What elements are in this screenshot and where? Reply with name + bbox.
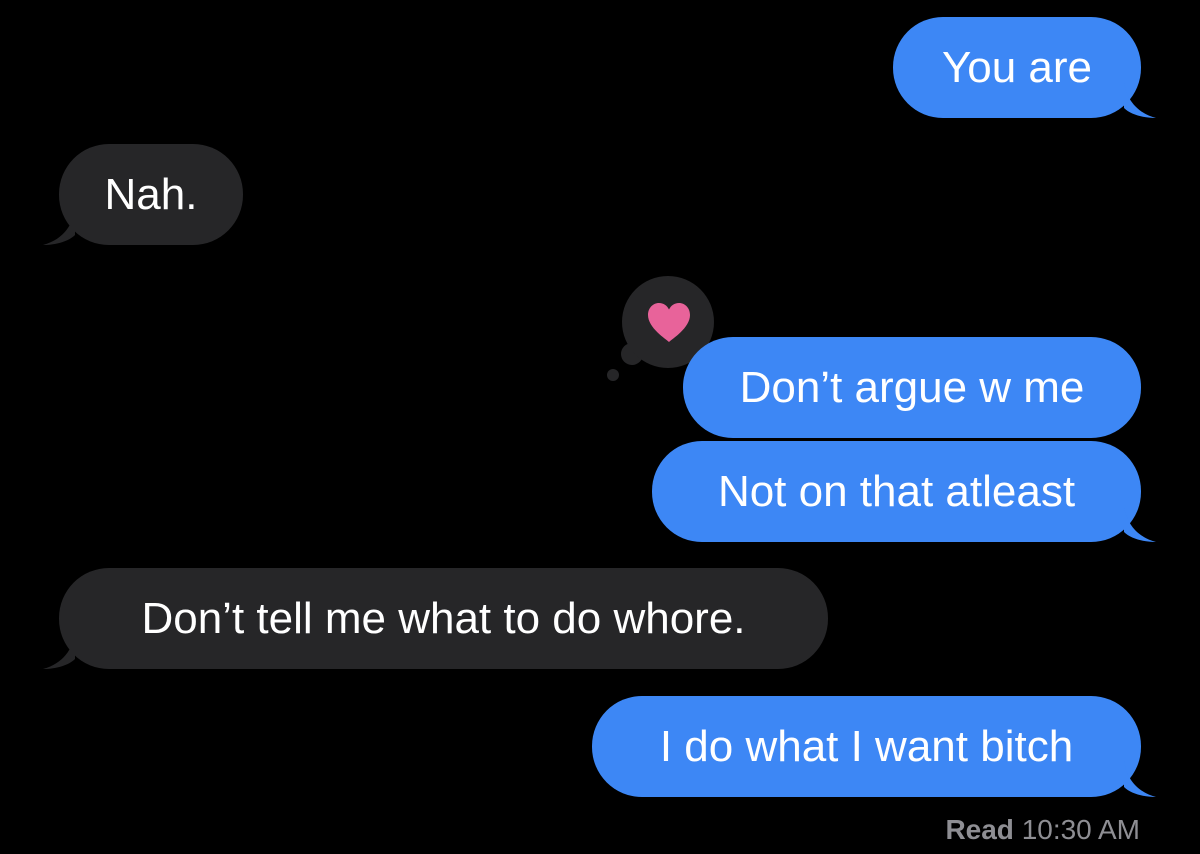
bubble-tail (41, 209, 75, 245)
message-text: Not on that atleast (717, 467, 1076, 516)
message-bubble-outgoing[interactable]: Not on that atleast (652, 441, 1141, 542)
message-bubble-incoming[interactable]: Nah. (59, 144, 243, 245)
read-label: Read (945, 814, 1014, 845)
message-bubble-outgoing[interactable]: Don’t argue w me (683, 337, 1141, 438)
bubble-tail (1124, 506, 1158, 542)
message-text: Nah. (104, 170, 198, 219)
message-bubble-outgoing[interactable]: You are (893, 17, 1141, 118)
read-time: 10:30 AM (1021, 814, 1140, 845)
message-bubble-incoming[interactable]: Don’t tell me what to do whore. (59, 568, 828, 669)
message-bubble-outgoing[interactable]: I do what I want bitch (592, 696, 1141, 797)
bubble-tail (41, 633, 75, 669)
message-text: Don’t tell me what to do whore. (141, 594, 746, 643)
read-receipt: Read 10:30 AM (945, 812, 1140, 848)
tapback-bubble-dot (607, 369, 619, 381)
message-thread: You are Nah. Don’t argue w me Not on tha… (0, 0, 1200, 854)
message-text: I do what I want bitch (659, 722, 1074, 771)
message-text: Don’t argue w me (739, 363, 1085, 412)
bubble-tail (1124, 82, 1158, 118)
message-text: You are (941, 43, 1093, 92)
bubble-tail (1124, 761, 1158, 797)
